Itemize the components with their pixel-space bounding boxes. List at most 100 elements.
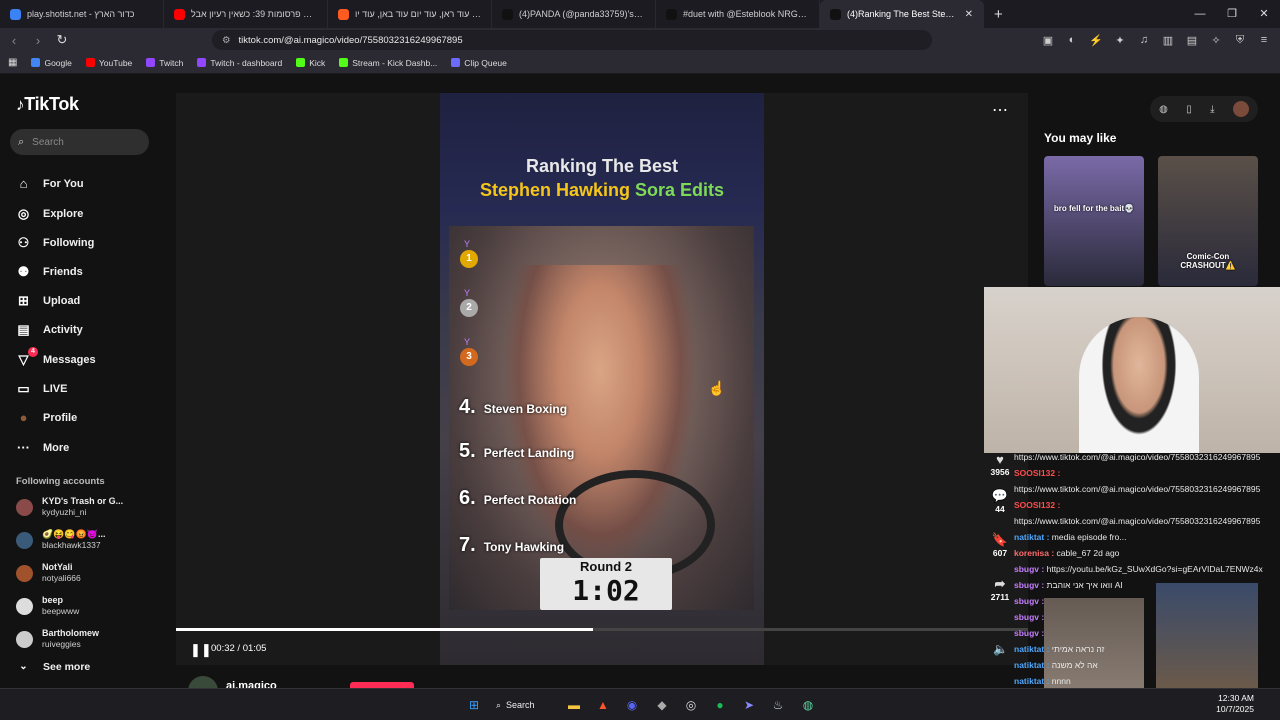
ranking-label: Perfect Rotation [483,493,577,507]
steam-icon[interactable]: ♨ [768,695,788,715]
browser-tab[interactable]: #duet with @Esteblook NRG WON L [656,0,820,28]
windows-start-icon[interactable]: ⊞ [464,695,484,715]
app-icon[interactable]: ◆ [652,695,672,715]
new-tab-button[interactable]: + [984,6,1013,23]
globe-icon[interactable]: ◍ [798,695,818,715]
extension-icon[interactable]: ▣ [1038,34,1058,47]
nav-item-more[interactable]: ··· More [16,440,69,455]
download-icon[interactable]: ⤓ [1210,104,1214,115]
taskbar-search-label: Search [506,700,535,710]
close-window-icon[interactable]: ✕ [1248,0,1280,28]
more-options-icon[interactable]: ⋯ [992,100,1008,120]
search-input[interactable]: ⌕ Search [10,129,149,155]
nav-item-for-you[interactable]: ⌂ For You [16,176,84,191]
see-more-button[interactable]: ⌄ See more [16,659,90,674]
minimize-icon[interactable]: — [1184,0,1216,28]
file-explorer-icon[interactable]: ▬ [564,695,584,715]
nav-item-explore[interactable]: ◎ Explore [16,206,84,221]
site-info-icon[interactable]: ⚙ [222,35,231,46]
account-handle: beepwww [42,606,80,616]
reload-icon[interactable]: ↻ [52,32,72,48]
extension-icon[interactable]: ⚡ [1086,34,1106,47]
bookmark-action[interactable]: 🔖 607 [984,532,1016,558]
following-account[interactable]: 🥑😝😋😡😈... blackhawk1337 [16,529,106,551]
following-account[interactable]: KYD's Trash or G... kydyuzhi_ni [16,496,123,518]
comment-action[interactable]: 💬 44 [984,488,1016,514]
browser-tab[interactable]: (4)Ranking The Best Stephen ✕ [820,0,984,28]
nav-item-messages[interactable]: ▽ 4 Messages [16,347,96,367]
bookmark-item[interactable]: Clip Queue [451,58,507,68]
puzzle-icon[interactable]: ✦ [1110,34,1130,47]
obs-icon[interactable]: ◎ [681,695,701,715]
nav-item-upload[interactable]: ⊞ Upload [16,293,80,308]
search-icon: ⌕ [496,699,502,710]
notification-badge: 4 [28,347,38,357]
search-placeholder: Search [32,136,64,148]
bookmark-label: YouTube [98,57,133,68]
browser-tab[interactable]: play.shotist.net - כדור הארץ [0,0,164,28]
bookmark-item[interactable]: Twitch - dashboard [197,58,282,68]
video-progress-bar[interactable] [176,628,1028,631]
ranking-label: Steven Boxing [483,402,568,416]
browser-tab[interactable]: ביקורת פרסומות 39: כשאין רעיון אבל [164,0,328,28]
music-icon[interactable]: ♫ [1134,34,1154,47]
like-action[interactable]: ♥ 3956 [984,452,1016,477]
medal-2-icon: 2 [460,299,478,317]
apps-grid-icon[interactable]: ▦ [8,57,17,68]
pause-icon[interactable]: ❚❚ [190,642,212,658]
nav-item-activity[interactable]: ▤ Activity [16,322,82,337]
system-clock[interactable]: 12:30 AM 10/7/2025 [1216,693,1254,715]
taskbar-search[interactable]: ⌕ Search [496,695,548,715]
menu-icon[interactable]: ≡ [1254,34,1274,47]
tab-favicon-icon [174,8,185,20]
bookmark-item[interactable]: Google [31,58,72,68]
maximize-icon[interactable]: ❐ [1216,0,1248,28]
ranking-number: 7. [459,534,476,556]
account-avatar [16,531,33,549]
following-accounts-heading: Following accounts [16,476,105,487]
following-account[interactable]: NotYali notyali666 [16,562,81,584]
tiktok-logo[interactable]: ♪TikTok [16,94,79,115]
tab-favicon-icon [666,8,677,20]
extension-icon[interactable]: ◐ [1062,34,1082,47]
recommended-video-thumbnail[interactable]: bro fell for the bait💀 [1044,156,1144,286]
nav-item-following[interactable]: ⚇ Following [16,235,95,250]
address-bar[interactable]: ⚙ tiktok.com/@ai.magico/video/7558032316… [212,30,932,50]
discord-icon[interactable]: ◉ [622,695,642,715]
share-action[interactable]: ➦ 2711 [984,576,1016,602]
stream-chat: https://www.tiktok.com/@ai.magico/video/… [1014,452,1280,716]
following-account[interactable]: beep beepwww [16,595,79,617]
browser-tab[interactable]: (4)PANDA (@panda33759)'s video of [492,0,656,28]
nav-item-friends[interactable]: ⚉ Friends [16,264,83,279]
bookmark-item[interactable]: YouTube [85,57,133,68]
brave-browser-icon[interactable]: ▲ [593,695,613,715]
device-icon[interactable]: ▯ [1186,104,1192,115]
bookmark-item[interactable]: Kick [296,58,325,68]
user-avatar[interactable] [1232,101,1249,117]
nav-item-profile[interactable]: ● Profile [16,410,78,425]
nav-item-live[interactable]: ▭ LIVE [16,381,67,396]
sidebar-icon[interactable]: ▥ [1158,34,1178,47]
spotify-icon[interactable]: ● [710,695,730,715]
app2-icon[interactable]: ➤ [739,695,759,715]
back-icon[interactable]: ‹ [4,33,24,48]
browser-tab[interactable]: עוד יום עוד ראן, עוד יום עוד באן, עוד יו [328,0,492,28]
close-tab-icon[interactable]: ✕ [965,9,973,20]
following-account[interactable]: Bartholomew ruiveggies [16,628,99,650]
wallet-icon[interactable]: ▤ [1182,34,1202,47]
forward-icon[interactable]: › [28,33,48,48]
more-icon: ··· [17,440,30,455]
nav-label: More [43,441,70,454]
shield-icon[interactable]: ⛨ [1230,34,1250,47]
nav-label: Following [43,236,95,249]
clock-date: 10/7/2025 [1216,704,1254,714]
volume-icon[interactable]: 🔈 [993,642,1008,656]
medal-ribbon-icon: Y [464,288,471,298]
recommended-video-thumbnail[interactable]: Comic-Con CRASHOUT⚠️ [1158,156,1258,286]
leo-icon[interactable]: ✧ [1206,34,1226,47]
coin-icon[interactable]: ◍ [1159,104,1168,115]
account-handle: notyali666 [42,573,81,583]
bookmark-item[interactable]: Twitch [146,58,183,68]
chat-message: sbugv : [1014,628,1280,639]
bookmark-item[interactable]: Stream - Kick Dashb... [339,58,437,68]
